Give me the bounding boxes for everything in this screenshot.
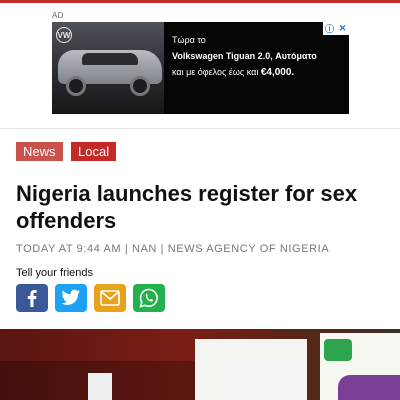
share-facebook-button[interactable]: [16, 284, 48, 312]
car-wheel: [66, 76, 86, 96]
ad-car-image: VW: [52, 22, 164, 114]
facebook-icon: [27, 290, 37, 307]
ad-label: AD: [52, 11, 64, 20]
top-accent-bar: [0, 0, 400, 3]
share-whatsapp-button[interactable]: [133, 284, 165, 312]
hero-stand: [88, 373, 112, 400]
tag-news[interactable]: News: [16, 142, 63, 161]
email-icon: [100, 290, 120, 306]
share-twitter-button[interactable]: [55, 284, 87, 312]
ad-headline-1: Τώρα το: [172, 35, 206, 45]
ad-banner[interactable]: VW Τώρα το Volkswagen Tiguan 2.0, Αυτόμα…: [52, 22, 349, 114]
whatsapp-icon: [139, 288, 158, 308]
article-meta: TODAY AT 9:44 AM | NAN | NEWS AGENCY OF …: [16, 243, 330, 255]
vw-logo-icon: VW: [56, 27, 72, 43]
hero-banner-ribbon: [338, 375, 400, 400]
ad-offer-prefix: και με όφελος έως και: [172, 67, 261, 77]
article-hero-image: [0, 329, 400, 400]
twitter-icon: [61, 289, 81, 305]
share-email-button[interactable]: [94, 284, 126, 312]
car-wheel: [130, 76, 150, 96]
ad-text: Τώρα το Volkswagen Tiguan 2.0, Αυτόματο …: [164, 22, 349, 114]
ad-divider: [0, 128, 400, 129]
hero-screen: [195, 339, 307, 400]
close-icon[interactable]: ✕: [336, 22, 349, 35]
ad-controls: ⓘ ✕: [323, 22, 349, 35]
ad-offer-amount: €4,000.: [260, 67, 295, 78]
ad-headline-3: και με όφελος έως και €4,000.: [172, 67, 294, 78]
hero-banner: [320, 333, 400, 400]
tag-local[interactable]: Local: [71, 142, 117, 161]
ad-headline-2: Volkswagen Tiguan 2.0, Αυτόματο: [172, 51, 317, 61]
info-icon[interactable]: ⓘ: [323, 22, 336, 35]
hero-banner-map: [324, 339, 352, 361]
article-title: Nigeria launches register for sex offend…: [16, 181, 358, 233]
share-label: Tell your friends: [16, 267, 94, 279]
